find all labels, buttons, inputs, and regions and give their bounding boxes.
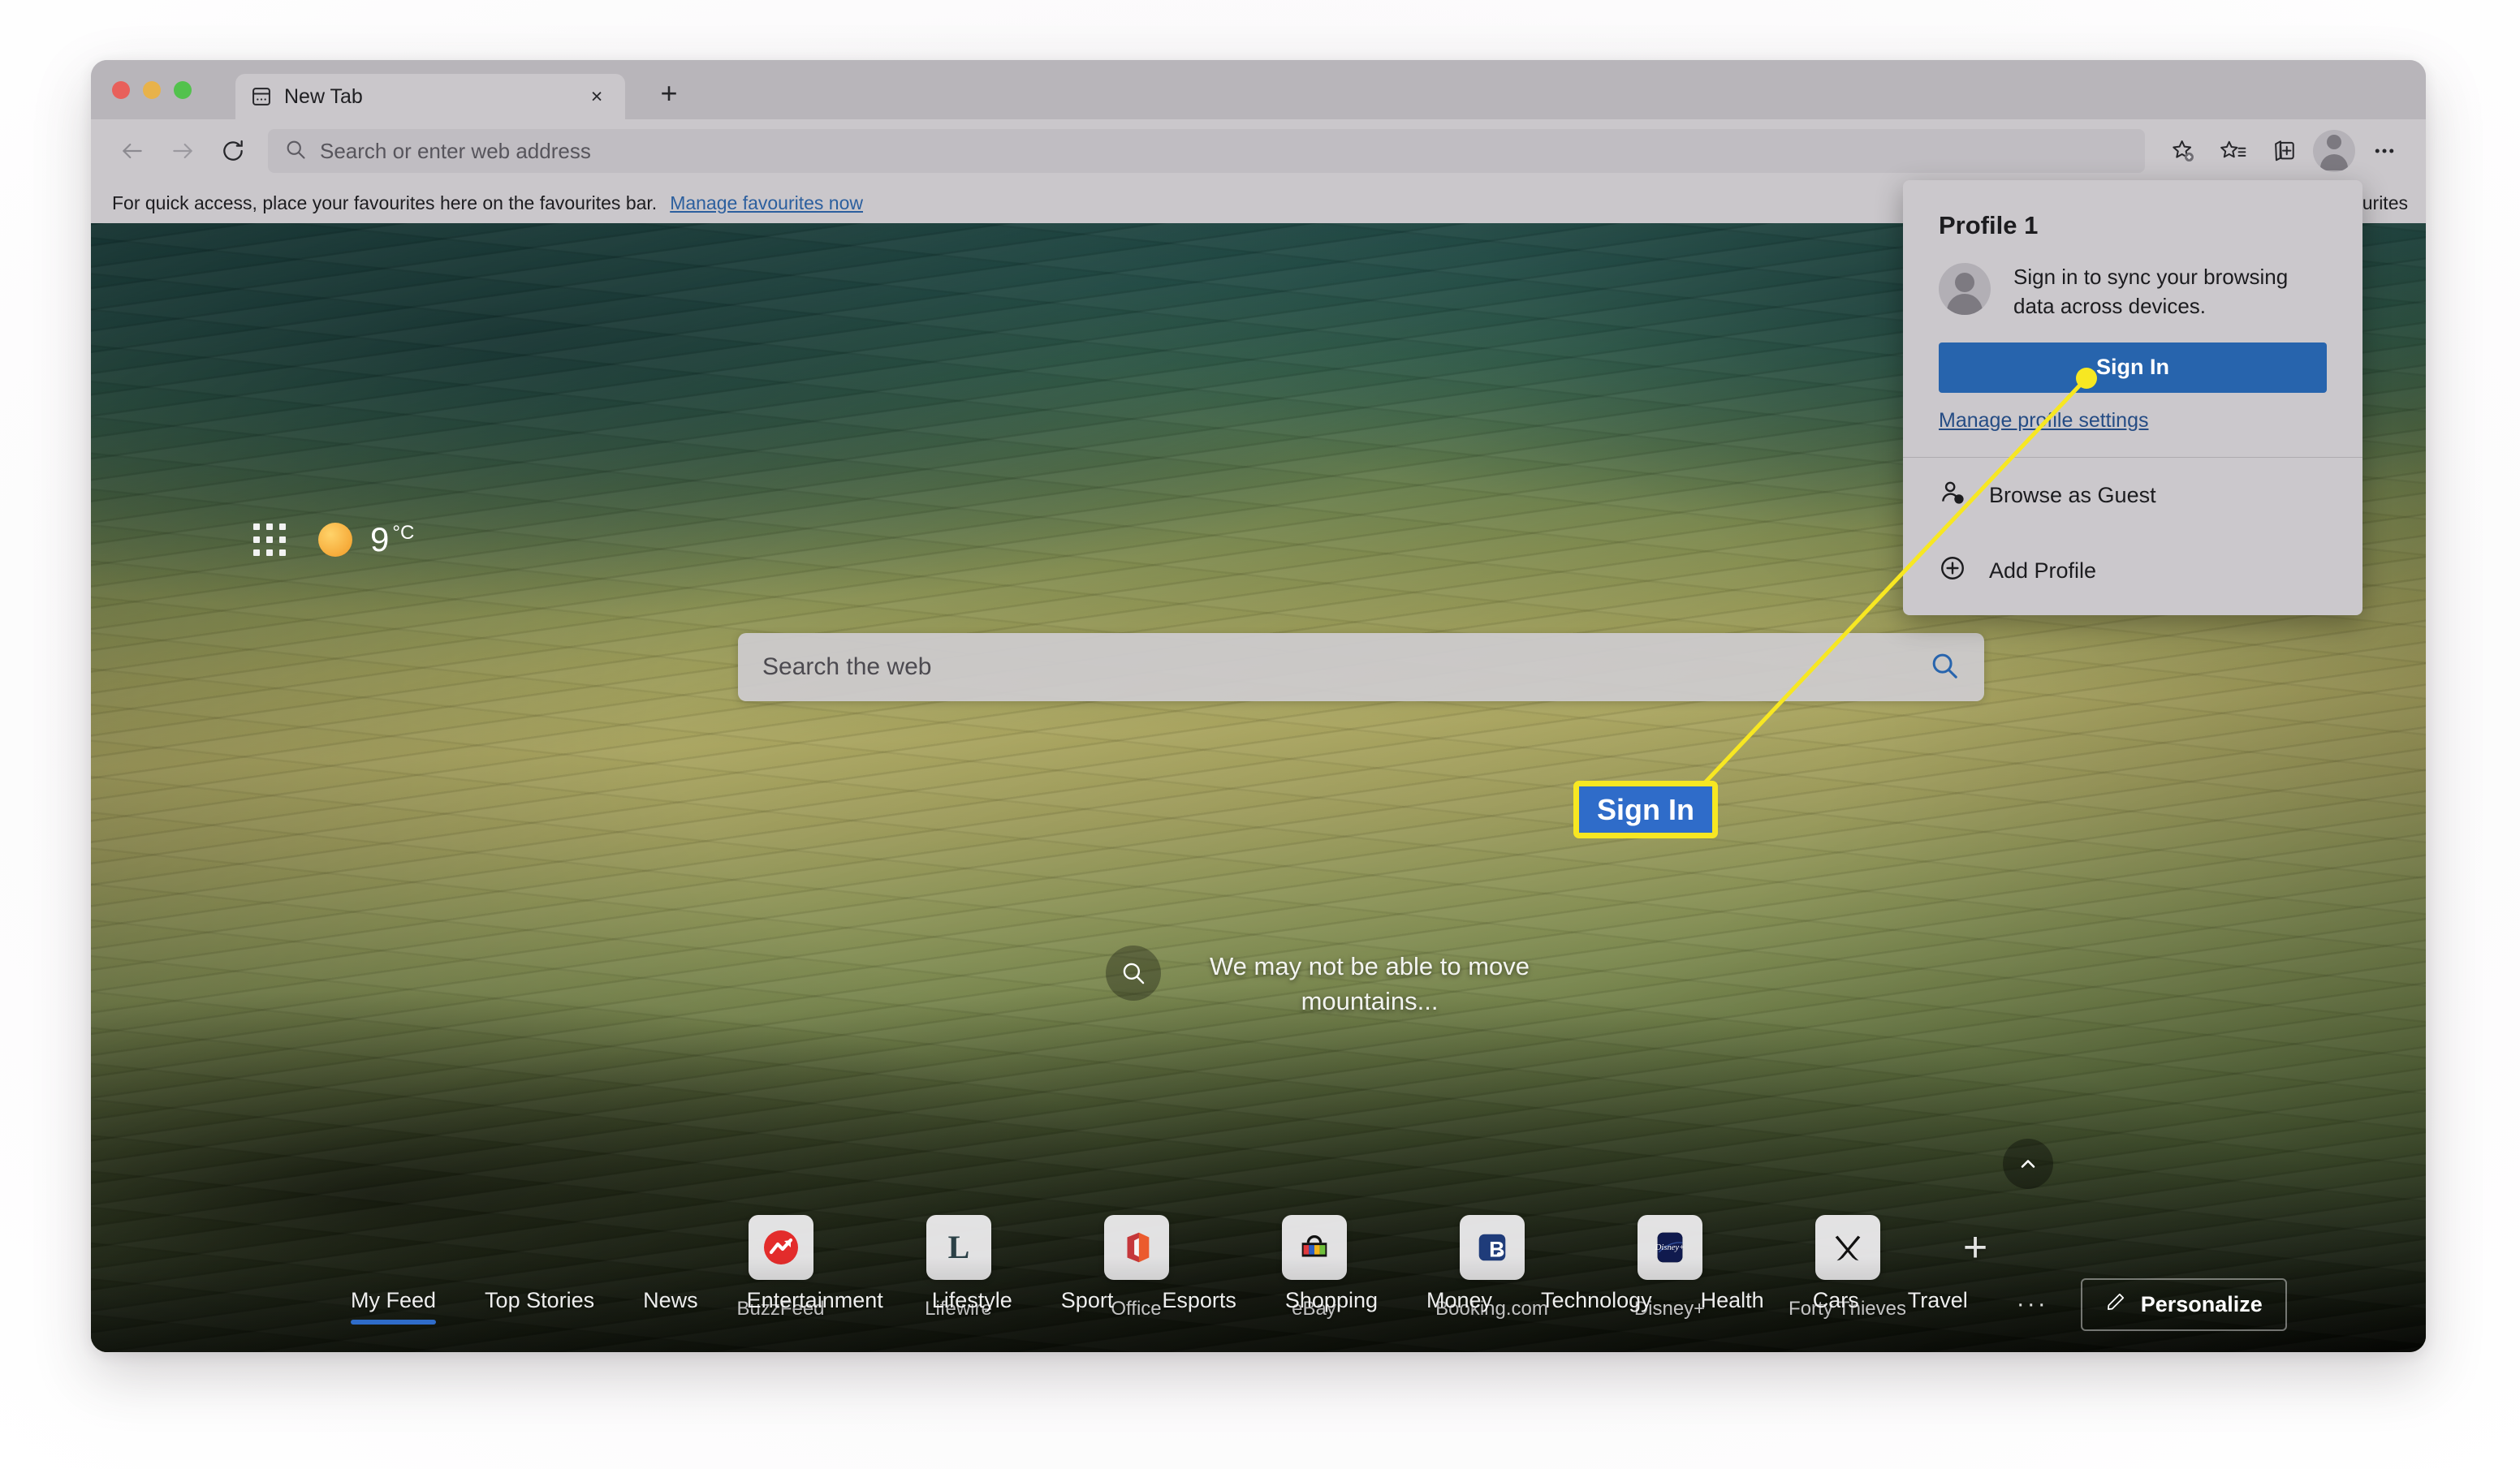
collections-icon[interactable]	[2260, 127, 2307, 174]
favourites-list-icon[interactable]	[2210, 127, 2257, 174]
pencil-icon	[2105, 1291, 2126, 1318]
new-tab-page-icon	[250, 85, 273, 108]
nav-item-entertainment[interactable]: Entertainment	[747, 1288, 883, 1321]
nav-item-health[interactable]: Health	[1701, 1288, 1764, 1321]
weather-temperature: 9 °C	[370, 520, 415, 558]
new-tab-button[interactable]: +	[651, 75, 687, 111]
manage-favourites-link[interactable]: Manage favourites now	[670, 192, 863, 214]
personalize-label: Personalize	[2140, 1291, 2263, 1316]
nav-item-news[interactable]: News	[643, 1288, 698, 1321]
refresh-icon[interactable]	[209, 127, 257, 174]
svg-text:?: ?	[1957, 495, 1961, 503]
address-bar[interactable]: Search or enter web address	[268, 129, 2145, 173]
weather-unit: °C	[392, 522, 415, 544]
profile-avatar-icon[interactable]	[2311, 127, 2358, 174]
favourites-bar-message: For quick access, place your favourites …	[112, 192, 658, 213]
nav-item-esports[interactable]: Esports	[1162, 1288, 1236, 1321]
search-icon	[284, 138, 307, 165]
address-bar-placeholder: Search or enter web address	[320, 138, 591, 163]
nav-item-top-stories[interactable]: Top Stories	[485, 1288, 594, 1321]
add-profile-item[interactable]: Add Profile	[1903, 533, 2362, 609]
browser-toolbar: Search or enter web address	[91, 119, 2426, 183]
nav-item-lifestyle[interactable]: Lifestyle	[932, 1288, 1012, 1321]
search-icon[interactable]	[1929, 650, 1960, 685]
chevron-up-icon[interactable]	[2003, 1139, 2053, 1189]
add-profile-label: Add Profile	[1989, 558, 2097, 583]
close-icon[interactable]: ×	[583, 83, 611, 110]
quote-magnifier-icon[interactable]	[1106, 946, 1161, 1001]
newtab-header-left: 9 °C	[253, 520, 414, 559]
sun-icon	[318, 523, 352, 557]
tab-title: New Tab	[284, 84, 363, 108]
manage-profile-settings-link[interactable]: Manage profile settings	[1939, 409, 2327, 433]
nav-item-money[interactable]: Money	[1426, 1288, 1492, 1321]
background-image-quote[interactable]: We may not be able to move mountains...	[1179, 950, 1560, 1019]
nav-item-sport[interactable]: Sport	[1061, 1288, 1114, 1321]
zoom-window-button[interactable]	[174, 81, 192, 99]
nav-item-my-feed[interactable]: My Feed	[351, 1288, 437, 1325]
tab-strip: New Tab × +	[91, 60, 2426, 119]
nav-item-shopping[interactable]: Shopping	[1285, 1288, 1378, 1321]
svg-text:Disney+: Disney+	[1654, 1243, 1684, 1252]
settings-and-more-button[interactable]	[2361, 127, 2408, 174]
profile-flyout-description: Sign in to sync your browsing data acros…	[2013, 265, 2289, 318]
plus-circle-icon	[1939, 554, 1966, 588]
search-input-placeholder[interactable]: Search the web	[762, 653, 1929, 681]
apps-grid-icon[interactable]	[253, 523, 286, 556]
forward-arrow-icon[interactable]	[159, 127, 206, 174]
profile-flyout-panel: Profile 1 Sign in to sync your browsing …	[1903, 180, 2362, 615]
window-traffic-lights	[112, 81, 192, 99]
tab-new-tab[interactable]: New Tab ×	[235, 74, 625, 119]
sign-in-button[interactable]: Sign In	[1939, 342, 2327, 393]
guest-person-icon: ?	[1939, 479, 1966, 512]
star-plus-icon[interactable]	[2160, 127, 2207, 174]
content-nav-bar: My Feed Top Stories News Entertainment L…	[91, 1256, 2426, 1352]
avatar	[1939, 263, 1991, 315]
close-window-button[interactable]	[112, 81, 130, 99]
nav-item-technology[interactable]: Technology	[1541, 1288, 1652, 1321]
profile-flyout-title: Profile 1	[1939, 211, 2039, 239]
browse-as-guest-label: Browse as Guest	[1989, 482, 2156, 507]
nav-more-button[interactable]: ···	[2017, 1290, 2048, 1318]
nav-item-travel[interactable]: Travel	[1908, 1288, 1968, 1321]
search-the-web-box[interactable]: Search the web	[738, 633, 1984, 701]
personalize-button[interactable]: Personalize	[2080, 1277, 2287, 1331]
weather-widget[interactable]: 9 °C	[318, 520, 414, 559]
browse-as-guest-item[interactable]: ? Browse as Guest	[1903, 458, 2362, 533]
profile-flyout-identity: Sign in to sync your browsing data acros…	[1903, 240, 2362, 321]
nav-item-cars[interactable]: Cars	[1813, 1288, 1859, 1321]
minimize-window-button[interactable]	[143, 81, 161, 99]
back-arrow-icon[interactable]	[109, 127, 156, 174]
